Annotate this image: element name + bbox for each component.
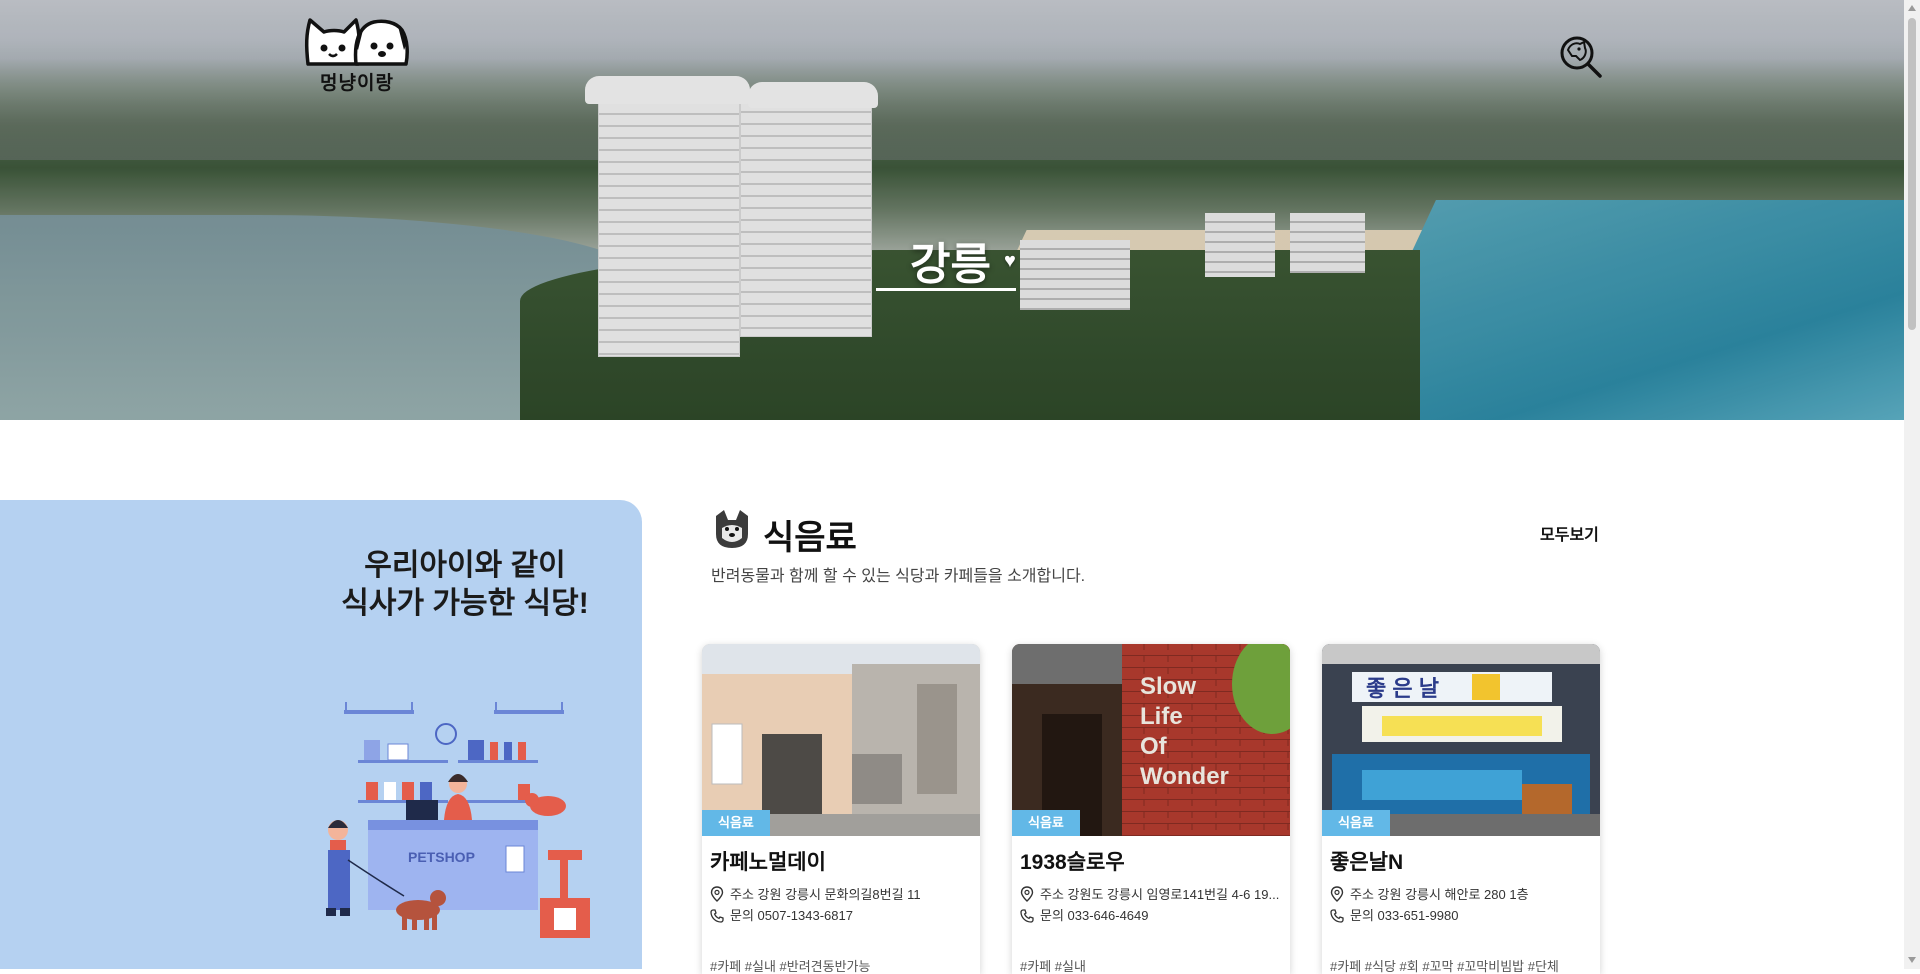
page-scrollbar[interactable] xyxy=(1904,0,1920,969)
place-card[interactable]: 식음료 카페노멀데이 주소 강원 강릉시 문화의길8번길 11 문의 0507-… xyxy=(702,644,980,974)
search-button[interactable] xyxy=(1558,34,1604,80)
logo-text: 멍냥이랑 xyxy=(320,73,394,94)
place-phone: 문의 033-651-9980 xyxy=(1330,905,1592,926)
category-description: 반려동물과 함께 할 수 있는 식당과 카페들을 소개합니다. xyxy=(711,568,1086,585)
category-badge: 식음료 xyxy=(1012,810,1080,836)
promo-panel: 우리아이와 같이 식사가 가능한 식당! PETSHOP xyxy=(0,500,642,969)
category-title: 식음료 xyxy=(763,519,857,557)
scroll-down-arrow-icon[interactable] xyxy=(1908,957,1916,963)
promo-line-2: 식사가 가능한 식당! xyxy=(341,587,589,620)
place-name: 좋은날N xyxy=(1330,851,1404,874)
svg-text:Life: Life xyxy=(1140,703,1183,730)
hero-title-underline xyxy=(876,288,1016,291)
petshop-illustration: PETSHOP xyxy=(308,700,608,940)
cat-dog-logo-icon xyxy=(304,18,409,66)
place-photo: Slow Life Of Wonder xyxy=(1012,644,1290,836)
hero-title: 강릉 xyxy=(910,240,991,289)
svg-text:Wonder: Wonder xyxy=(1140,763,1229,790)
place-photo xyxy=(702,644,980,836)
petshop-illustration-icon: PETSHOP xyxy=(326,702,590,938)
place-photo: 좋 은 날 xyxy=(1322,644,1600,836)
place-tags: #카페 #식당 #회 #꼬막 #꼬막비빔밥 #단체 xyxy=(1330,959,1559,974)
place-tags: #카페 #실내 xyxy=(1020,959,1086,974)
scroll-up-arrow-icon[interactable] xyxy=(1908,5,1916,11)
location-pin-icon xyxy=(1020,886,1036,905)
svg-text:PETSHOP: PETSHOP xyxy=(408,849,475,865)
see-all-link[interactable]: 모두보기 xyxy=(1540,521,1599,545)
hero-banner: 멍냥이랑 강릉 ♥ xyxy=(0,0,1904,420)
place-card[interactable]: 좋 은 날 식음료 좋은날N 주소 강원 강릉시 해안로 280 1층 문의 0… xyxy=(1322,644,1600,974)
category-badge: 식음료 xyxy=(702,810,770,836)
svg-text:좋 은 날: 좋 은 날 xyxy=(1366,676,1439,701)
scrollbar-thumb[interactable] xyxy=(1908,18,1916,330)
place-phone: 문의 0507-1343-6817 xyxy=(710,905,972,926)
place-tags: #카페 #실내 #반려견동반가능 xyxy=(710,959,871,974)
location-pin-icon xyxy=(710,886,726,905)
phone-icon xyxy=(1020,909,1036,926)
place-phone: 문의 033-646-4649 xyxy=(1020,905,1282,926)
site-logo[interactable]: 멍냥이랑 xyxy=(302,14,412,94)
phone-icon xyxy=(710,909,726,926)
place-name: 1938슬로우 xyxy=(1020,851,1125,874)
location-pin-icon xyxy=(1330,886,1346,905)
place-name: 카페노멀데이 xyxy=(710,851,826,874)
place-address: 주소 강원 강릉시 문화의길8번길 11 xyxy=(710,884,972,905)
place-card[interactable]: Slow Life Of Wonder 식음료 1938슬로우 주소 강원도 강… xyxy=(1012,644,1290,974)
svg-text:Slow: Slow xyxy=(1140,673,1196,700)
dog-face-icon xyxy=(712,508,752,550)
category-badge: 식음료 xyxy=(1322,810,1390,836)
heart-icon: ♥ xyxy=(1004,250,1016,272)
svg-text:Of: Of xyxy=(1140,733,1168,760)
place-address: 주소 강원 강릉시 해안로 280 1층 xyxy=(1330,884,1592,905)
search-icon xyxy=(1560,36,1602,78)
place-address: 주소 강원도 강릉시 임영로141번길 4-6 19... xyxy=(1020,884,1282,905)
phone-icon xyxy=(1330,909,1346,926)
